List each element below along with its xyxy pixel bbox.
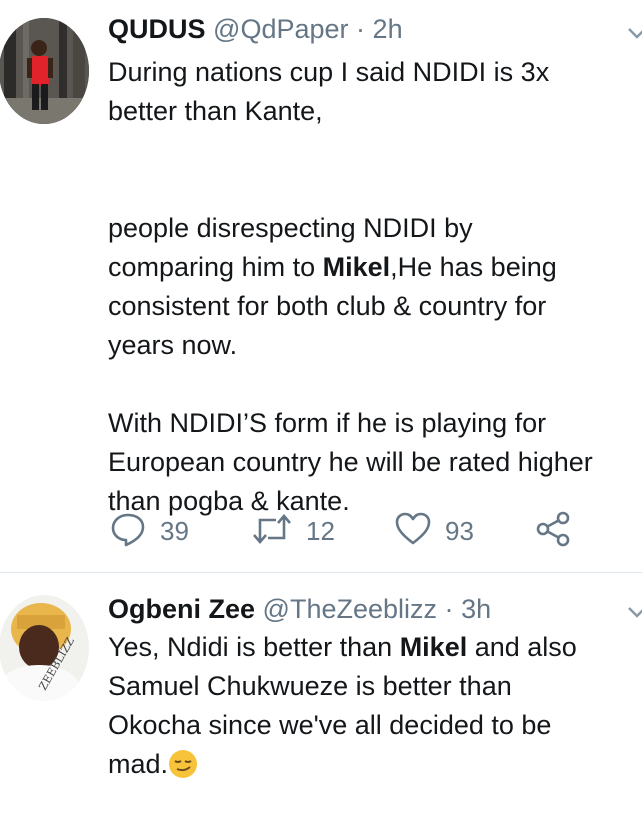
smirk-emoji-icon: [168, 749, 198, 790]
like-count: 93: [445, 515, 474, 546]
tweet-text-bold: Mikel: [322, 252, 391, 282]
tweet-timestamp[interactable]: 3h: [461, 594, 491, 624]
retweet-count: 12: [306, 515, 335, 546]
reply-icon: [110, 511, 146, 552]
tweet-text-part: Yes, Ndidi is better than: [108, 632, 400, 662]
author-handle[interactable]: @QdPaper: [213, 14, 348, 44]
tweet-1[interactable]: QUDUS @QdPaper · 2h During nations cup I…: [0, 0, 642, 572]
separator-dot: ·: [444, 594, 454, 624]
reply-button[interactable]: 39: [110, 509, 189, 553]
tweet-timestamp[interactable]: 2h: [373, 14, 403, 44]
tweet-text: During nations cup I said NDIDI is 3x be…: [108, 53, 642, 521]
author-name[interactable]: Ogbeni Zee: [108, 594, 255, 624]
avatar-qudus[interactable]: [0, 18, 89, 124]
share-button[interactable]: [535, 509, 571, 553]
separator-dot: ·: [356, 14, 366, 44]
caret-down-icon[interactable]: [626, 22, 642, 44]
tweet-text: Yes, Ndidi is better than Mikel and also…: [108, 628, 642, 790]
caret-down-icon[interactable]: [626, 601, 642, 623]
like-button[interactable]: 93: [395, 509, 474, 553]
tweet-text-bold: Mikel: [399, 632, 468, 662]
tweet-text-part: During nations cup I said NDIDI is 3x be…: [108, 57, 550, 282]
author-handle[interactable]: @TheZeeblizz: [263, 594, 437, 624]
tweet-text-part: ,He has being consistent for both club &…: [108, 252, 593, 516]
tweet-2[interactable]: ZEEBLIZZ Ogbeni Zee @TheZeeblizz · 3h Ye…: [0, 573, 642, 818]
share-icon: [535, 511, 571, 552]
reply-count: 39: [160, 515, 189, 546]
tweet-actions: 39 12 93: [110, 509, 640, 553]
author-name[interactable]: QUDUS: [108, 14, 206, 44]
tweet-header: QUDUS @QdPaper · 2h: [108, 14, 403, 45]
avatar-ogbeni-zee[interactable]: ZEEBLIZZ: [0, 595, 89, 701]
tweet-header: Ogbeni Zee @TheZeeblizz · 3h: [108, 594, 491, 625]
retweet-icon: [252, 511, 292, 552]
like-icon: [395, 511, 431, 552]
retweet-button[interactable]: 12: [252, 509, 335, 553]
